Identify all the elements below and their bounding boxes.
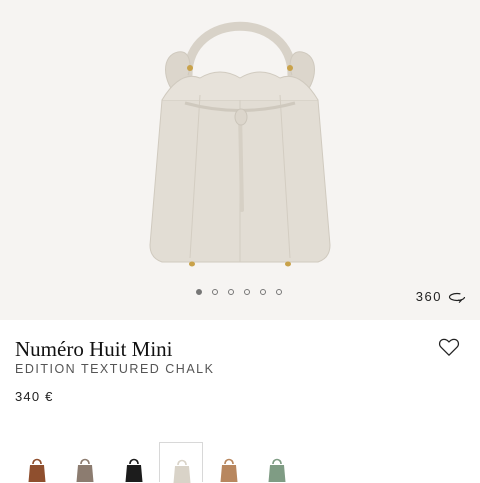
rotate-360-icon xyxy=(448,292,466,303)
product-price: 340 € xyxy=(15,389,54,404)
color-swatch[interactable] xyxy=(255,442,299,482)
swatch-bag-thumbnail xyxy=(76,458,94,482)
swatch-bag-thumbnail xyxy=(125,458,143,482)
gallery-dot[interactable] xyxy=(196,289,202,295)
color-swatch[interactable] xyxy=(207,442,251,482)
color-swatch-list xyxy=(0,442,480,483)
gallery-dot[interactable] xyxy=(228,289,234,295)
gallery-dot[interactable] xyxy=(276,289,282,295)
color-swatch[interactable] xyxy=(112,442,156,482)
color-swatch[interactable] xyxy=(159,442,203,483)
swatch-bag-thumbnail xyxy=(220,458,238,482)
gallery-pagination xyxy=(196,289,282,295)
product-image-gallery[interactable]: 360 xyxy=(0,0,480,320)
swatch-bag-thumbnail xyxy=(173,459,191,483)
product-title: Numéro Huit Mini xyxy=(15,337,173,361)
bag-image xyxy=(149,21,331,267)
view-360-button[interactable]: 360 xyxy=(416,289,466,304)
color-swatch[interactable] xyxy=(63,442,107,482)
gallery-dot[interactable] xyxy=(212,289,218,295)
view-360-label: 360 xyxy=(415,289,442,304)
swatch-bag-thumbnail xyxy=(268,458,286,482)
gallery-dot[interactable] xyxy=(260,289,266,295)
product-edition: EDITION TEXTURED CHALK xyxy=(15,362,215,376)
swatch-bag-thumbnail xyxy=(28,458,46,482)
heart-outline-icon[interactable] xyxy=(438,337,460,357)
color-swatch[interactable] xyxy=(15,442,59,482)
gallery-dot[interactable] xyxy=(244,289,250,295)
